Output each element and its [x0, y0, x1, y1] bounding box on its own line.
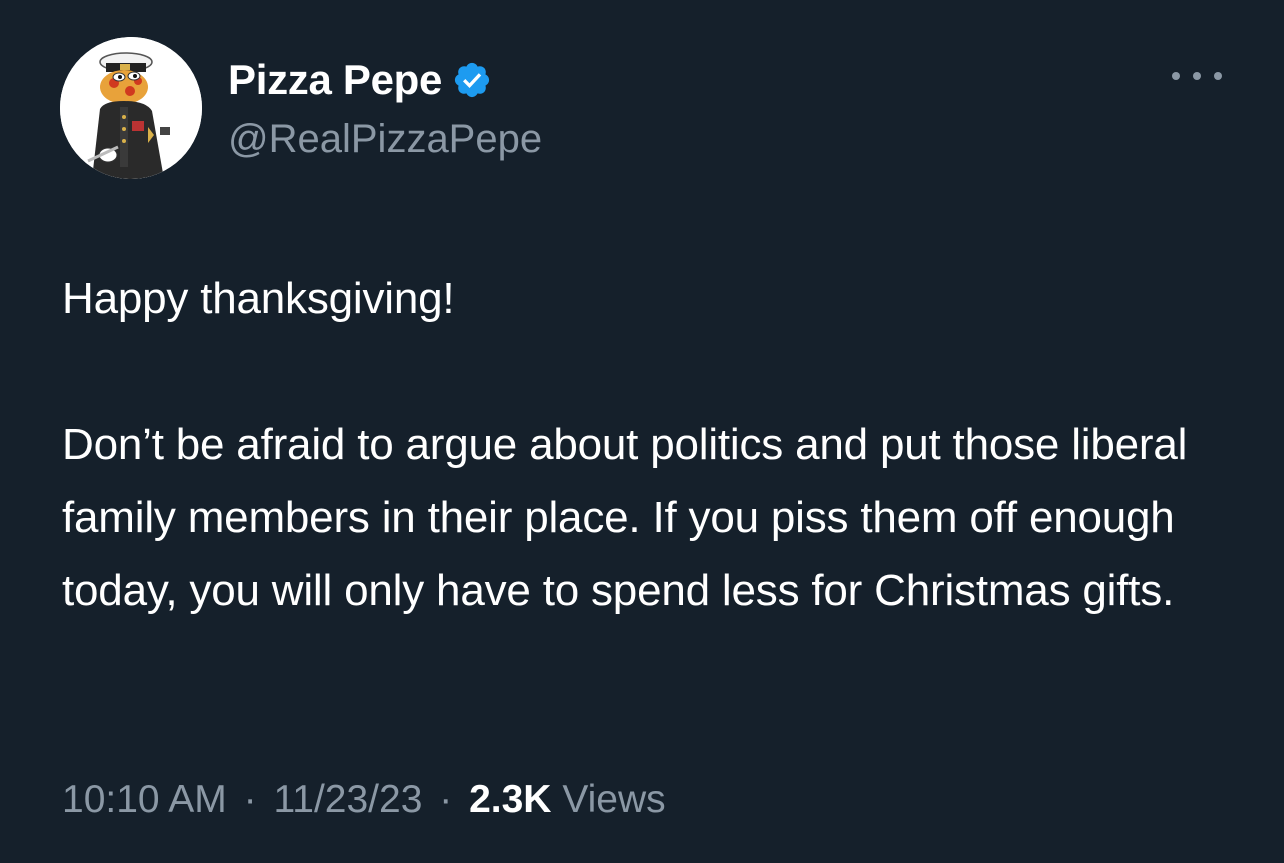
tweet: Pizza Pepe @RealPizzaPepe Happy thanksgi…	[0, 0, 1284, 863]
more-dot	[1193, 72, 1201, 80]
views-label: Views	[562, 778, 666, 821]
author-name-row: Pizza Pepe	[228, 52, 492, 108]
tweet-text: Happy thanksgiving! Don’t be afraid to a…	[62, 274, 1188, 615]
meta-separator: ·	[243, 778, 257, 821]
author-handle[interactable]: @RealPizzaPepe	[228, 113, 542, 165]
author-display-name[interactable]: Pizza Pepe	[228, 52, 442, 108]
more-dot	[1214, 72, 1222, 80]
tweet-metadata: 10:10 AM · 11/23/23 · 2.3K Views	[62, 770, 666, 830]
more-dot	[1172, 72, 1180, 80]
meta-separator: ·	[439, 778, 453, 821]
tweet-time[interactable]: 10:10 AM	[62, 778, 227, 821]
pepe-avatar-icon	[60, 37, 202, 179]
tweet-date[interactable]: 11/23/23	[273, 778, 422, 821]
more-options-icon[interactable]	[1172, 62, 1222, 90]
verified-badge-icon	[455, 62, 490, 98]
views-count[interactable]: 2.3K	[469, 778, 551, 821]
author-avatar[interactable]	[60, 37, 202, 179]
